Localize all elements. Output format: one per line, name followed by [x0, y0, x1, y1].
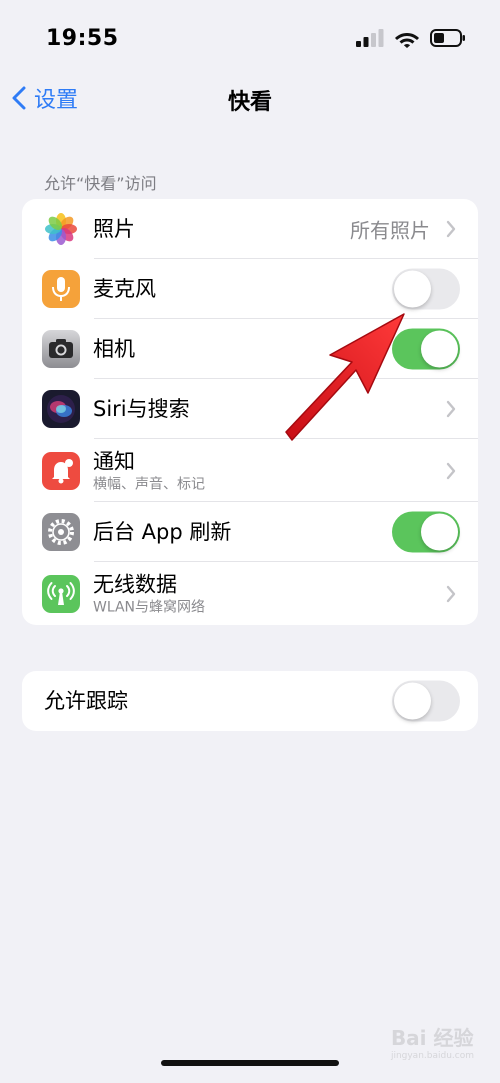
notification-icon [42, 451, 80, 490]
row-photos[interactable]: 照片 所有照片 [22, 199, 478, 259]
chevron-right-icon [446, 400, 456, 418]
toggle-knob [421, 513, 458, 551]
row-background-refresh: 后台 App 刷新 [22, 502, 478, 562]
section-header: 允许“快看”访问 [44, 174, 157, 193]
row-notifications[interactable]: 通知 横幅、声音、标记 [22, 439, 478, 502]
camera-icon [42, 330, 80, 368]
status-time: 19:55 [46, 26, 119, 51]
gear-icon [42, 513, 80, 551]
row-label: Siri与搜索 [93, 397, 190, 421]
chevron-right-icon [446, 462, 456, 479]
row-label: 后台 App 刷新 [93, 520, 232, 544]
permissions-group: 照片 所有照片 麦克风 相机 Siri与搜索 通知 横幅、声音、标记 后台 Ap… [22, 199, 478, 625]
wifi-icon [395, 32, 419, 48]
watermark-text: Bai 经验 [390, 1026, 474, 1050]
background-refresh-toggle[interactable] [392, 511, 460, 553]
microphone-icon [42, 270, 80, 308]
row-microphone: 麦克风 [22, 259, 478, 319]
tracking-group: 允许跟踪 [22, 671, 478, 731]
row-allow-tracking: 允许跟踪 [22, 671, 478, 731]
row-label: 通知 [93, 449, 135, 473]
toggle-knob [394, 270, 431, 308]
home-indicator [161, 1060, 339, 1066]
row-sublabel: WLAN与蜂窝网络 [93, 599, 206, 615]
allow-tracking-toggle[interactable] [392, 680, 460, 722]
toggle-knob [394, 682, 431, 720]
chevron-right-icon [446, 585, 456, 602]
row-camera: 相机 [22, 319, 478, 379]
page-title: 快看 [227, 90, 272, 115]
row-siri[interactable]: Siri与搜索 [22, 379, 478, 439]
camera-toggle[interactable] [392, 328, 460, 370]
status-icons [356, 28, 466, 48]
row-label: 麦克风 [93, 277, 156, 301]
row-label: 相机 [93, 337, 135, 361]
row-label: 无线数据 [93, 572, 177, 596]
watermark: Bai 经验 jingyan.baidu.com [391, 1022, 474, 1061]
chevron-right-icon [446, 220, 456, 238]
row-sublabel: 横幅、声音、标记 [93, 476, 205, 492]
row-label: 照片 [93, 217, 135, 241]
toggle-knob [421, 330, 458, 368]
navigation-bar: 设置 快看 [0, 78, 500, 118]
row-value: 所有照片 [350, 218, 430, 243]
row-label: 允许跟踪 [44, 689, 128, 713]
battery-icon [430, 29, 465, 47]
status-bar: 19:55 [0, 0, 500, 80]
microphone-toggle[interactable] [392, 268, 460, 310]
photos-icon [42, 210, 80, 248]
siri-icon [42, 390, 80, 428]
antenna-icon [42, 574, 80, 613]
row-wireless-data[interactable]: 无线数据 WLAN与蜂窝网络 [22, 562, 478, 625]
cellular-signal-icon [356, 29, 384, 47]
watermark-url: jingyan.baidu.com [390, 1051, 474, 1061]
